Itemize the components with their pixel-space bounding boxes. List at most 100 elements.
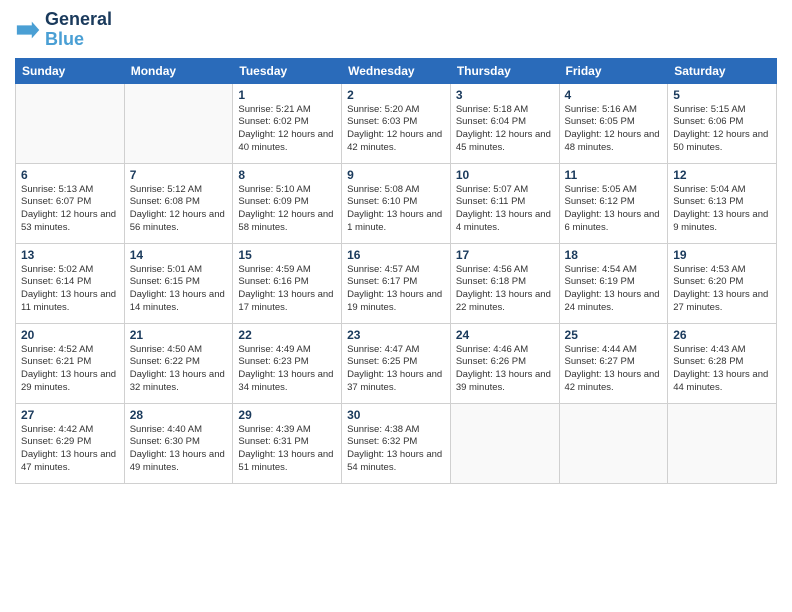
- day-cell: [668, 403, 777, 483]
- day-number: 12: [673, 168, 771, 182]
- logo-general: General: [45, 10, 112, 30]
- day-number: 4: [565, 88, 663, 102]
- day-cell: 2Sunrise: 5:20 AM Sunset: 6:03 PM Daylig…: [342, 83, 451, 163]
- day-cell: 3 Sunrise: 5:18 AM Sunset: 6:04 PM Daylig…: [450, 83, 559, 163]
- day-cell: 16 Sunrise: 4:57 AM Sunset: 6:17 PM Dayli…: [342, 243, 451, 323]
- logo: General Blue: [15, 10, 112, 50]
- day-number: 19: [673, 248, 771, 262]
- day-cell: 23Sunrise: 4:47 AM Sunset: 6:25 PM Dayli…: [342, 323, 451, 403]
- day-info: Sunrise: 4:57 AM Sunset: 6:17 PM Dayligh…: [347, 264, 445, 315]
- weekday-header-row: SundayMondayTuesdayWednesdayThursdayFrid…: [16, 58, 777, 83]
- weekday-header-friday: Friday: [559, 58, 668, 83]
- day-cell: 10 Sunrise: 5:07 AM Sunset: 6:11 PM Dayli…: [450, 163, 559, 243]
- day-number: 20: [21, 328, 119, 342]
- day-info: Sunrise: 5:08 AM Sunset: 6:10 PM Dayligh…: [347, 184, 445, 235]
- day-cell: 5 Sunrise: 5:15 AM Sunset: 6:06 PM Daylig…: [668, 83, 777, 163]
- day-cell: 30 Sunrise: 4:38 AM Sunset: 6:32 PM Dayli…: [342, 403, 451, 483]
- week-row-4: 20 Sunrise: 4:52 AM Sunset: 6:21 PM Dayli…: [16, 323, 777, 403]
- day-info: Sunrise: 5:16 AM Sunset: 6:05 PM Dayligh…: [565, 104, 663, 155]
- day-info: Sunrise: 4:49 AM Sunset: 6:23 PM Dayligh…: [238, 344, 336, 395]
- day-number: 2: [347, 88, 445, 102]
- day-info: Sunrise: 4:50 AM Sunset: 6:22 PM Dayligh…: [130, 344, 228, 395]
- day-cell: 18Sunrise: 4:54 AM Sunset: 6:19 PM Dayli…: [559, 243, 668, 323]
- day-cell: 8 Sunrise: 5:10 AM Sunset: 6:09 PM Daylig…: [233, 163, 342, 243]
- weekday-header-tuesday: Tuesday: [233, 58, 342, 83]
- day-cell: 24 Sunrise: 4:46 AM Sunset: 6:26 PM Dayli…: [450, 323, 559, 403]
- day-info: Sunrise: 4:38 AM Sunset: 6:32 PM Dayligh…: [347, 424, 445, 475]
- day-number: 23: [347, 328, 445, 342]
- day-cell: 1 Sunrise: 5:21 AM Sunset: 6:02 PM Daylig…: [233, 83, 342, 163]
- calendar-table: SundayMondayTuesdayWednesdayThursdayFrid…: [15, 58, 777, 484]
- weekday-header-saturday: Saturday: [668, 58, 777, 83]
- day-cell: 27 Sunrise: 4:42 AM Sunset: 6:29 PM Dayli…: [16, 403, 125, 483]
- logo-icon: [15, 16, 43, 44]
- day-number: 25: [565, 328, 663, 342]
- day-number: 28: [130, 408, 228, 422]
- day-number: 10: [456, 168, 554, 182]
- day-number: 18: [565, 248, 663, 262]
- day-number: 13: [21, 248, 119, 262]
- day-cell: 14 Sunrise: 5:01 AM Sunset: 6:15 PM Dayli…: [124, 243, 233, 323]
- day-number: 11: [565, 168, 663, 182]
- day-number: 29: [238, 408, 336, 422]
- day-info: Sunrise: 4:40 AM Sunset: 6:30 PM Dayligh…: [130, 424, 228, 475]
- day-info: Sunrise: 4:56 AM Sunset: 6:18 PM Dayligh…: [456, 264, 554, 315]
- day-cell: 19 Sunrise: 4:53 AM Sunset: 6:20 PM Dayli…: [668, 243, 777, 323]
- page-container: General Blue SundayMondayTuesdayWednesda…: [0, 0, 792, 612]
- day-info: Sunrise: 5:18 AM Sunset: 6:04 PM Dayligh…: [456, 104, 554, 155]
- day-cell: 29 Sunrise: 4:39 AM Sunset: 6:31 PM Dayli…: [233, 403, 342, 483]
- day-info: Sunrise: 5:05 AM Sunset: 6:12 PM Dayligh…: [565, 184, 663, 235]
- day-info: Sunrise: 4:53 AM Sunset: 6:20 PM Dayligh…: [673, 264, 771, 315]
- weekday-header-thursday: Thursday: [450, 58, 559, 83]
- day-info: Sunrise: 5:07 AM Sunset: 6:11 PM Dayligh…: [456, 184, 554, 235]
- day-number: 14: [130, 248, 228, 262]
- day-number: 9: [347, 168, 445, 182]
- day-info: Sunrise: 4:46 AM Sunset: 6:26 PM Dayligh…: [456, 344, 554, 395]
- day-number: 7: [130, 168, 228, 182]
- day-cell: [450, 403, 559, 483]
- day-cell: 17 Sunrise: 4:56 AM Sunset: 6:18 PM Dayli…: [450, 243, 559, 323]
- day-info: Sunrise: 5:10 AM Sunset: 6:09 PM Dayligh…: [238, 184, 336, 235]
- day-info: Sunrise: 4:44 AM Sunset: 6:27 PM Dayligh…: [565, 344, 663, 395]
- day-info: Sunrise: 4:59 AM Sunset: 6:16 PM Dayligh…: [238, 264, 336, 315]
- weekday-header-sunday: Sunday: [16, 58, 125, 83]
- day-cell: 11 Sunrise: 5:05 AM Sunset: 6:12 PM Dayli…: [559, 163, 668, 243]
- week-row-1: 1 Sunrise: 5:21 AM Sunset: 6:02 PM Daylig…: [16, 83, 777, 163]
- day-number: 30: [347, 408, 445, 422]
- day-number: 17: [456, 248, 554, 262]
- day-cell: [559, 403, 668, 483]
- day-number: 22: [238, 328, 336, 342]
- day-info: Sunrise: 5:01 AM Sunset: 6:15 PM Dayligh…: [130, 264, 228, 315]
- day-number: 27: [21, 408, 119, 422]
- day-number: 26: [673, 328, 771, 342]
- logo-blue: Blue: [45, 30, 112, 50]
- day-cell: 26 Sunrise: 4:43 AM Sunset: 6:28 PM Dayli…: [668, 323, 777, 403]
- day-cell: [124, 83, 233, 163]
- header: General Blue: [15, 10, 777, 50]
- day-info: Sunrise: 4:42 AM Sunset: 6:29 PM Dayligh…: [21, 424, 119, 475]
- day-number: 3: [456, 88, 554, 102]
- day-cell: 12Sunrise: 5:04 AM Sunset: 6:13 PM Dayli…: [668, 163, 777, 243]
- day-info: Sunrise: 5:12 AM Sunset: 6:08 PM Dayligh…: [130, 184, 228, 235]
- day-cell: 7 Sunrise: 5:12 AM Sunset: 6:08 PM Daylig…: [124, 163, 233, 243]
- day-cell: 22 Sunrise: 4:49 AM Sunset: 6:23 PM Dayli…: [233, 323, 342, 403]
- day-info: Sunrise: 5:21 AM Sunset: 6:02 PM Dayligh…: [238, 104, 336, 155]
- day-number: 15: [238, 248, 336, 262]
- day-cell: 9 Sunrise: 5:08 AM Sunset: 6:10 PM Daylig…: [342, 163, 451, 243]
- weekday-header-monday: Monday: [124, 58, 233, 83]
- day-cell: 4 Sunrise: 5:16 AM Sunset: 6:05 PM Daylig…: [559, 83, 668, 163]
- day-number: 24: [456, 328, 554, 342]
- day-number: 5: [673, 88, 771, 102]
- day-info: Sunrise: 4:52 AM Sunset: 6:21 PM Dayligh…: [21, 344, 119, 395]
- day-info: Sunrise: 4:39 AM Sunset: 6:31 PM Dayligh…: [238, 424, 336, 475]
- day-info: Sunrise: 4:43 AM Sunset: 6:28 PM Dayligh…: [673, 344, 771, 395]
- day-number: 8: [238, 168, 336, 182]
- day-number: 1: [238, 88, 336, 102]
- day-info: Sunrise: 5:15 AM Sunset: 6:06 PM Dayligh…: [673, 104, 771, 155]
- day-info: Sunrise: 5:02 AM Sunset: 6:14 PM Dayligh…: [21, 264, 119, 315]
- week-row-2: 6Sunrise: 5:13 AM Sunset: 6:07 PM Daylig…: [16, 163, 777, 243]
- day-number: 21: [130, 328, 228, 342]
- day-cell: 20 Sunrise: 4:52 AM Sunset: 6:21 PM Dayli…: [16, 323, 125, 403]
- weekday-header-wednesday: Wednesday: [342, 58, 451, 83]
- day-number: 16: [347, 248, 445, 262]
